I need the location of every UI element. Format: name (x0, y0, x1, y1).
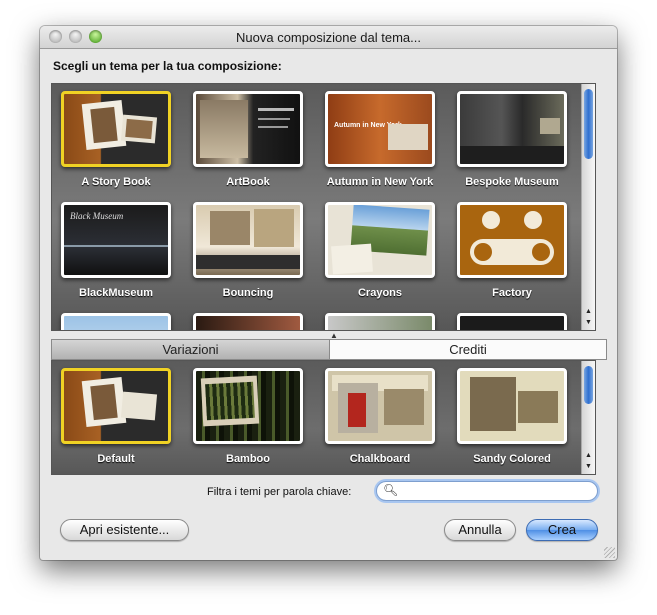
theme-crayons[interactable]: Crayons (325, 202, 435, 299)
variation-label: Default (97, 453, 135, 465)
cancel-button[interactable]: Annulla (444, 519, 516, 541)
theme-thumbnail (61, 313, 171, 330)
tab-variazioni[interactable]: Variazioni (51, 339, 330, 360)
theme-thumbnail (457, 202, 567, 278)
thumbnail-caption: Black Museum (70, 211, 124, 221)
theme-thumbnail (457, 313, 567, 330)
filter-label: Filtra i temi per parola chiave: (207, 486, 352, 498)
theme-thumbnail (193, 91, 303, 167)
theme-scroll-thumb[interactable] (584, 89, 593, 159)
theme-label: Autumn in New York (326, 176, 434, 188)
variation-thumbnail (325, 368, 435, 444)
theme-bouncing[interactable]: Bouncing (193, 202, 303, 299)
variation-sandy-colored[interactable]: Sandy Colored (457, 368, 567, 465)
theme-scrollbar[interactable]: ▲ ▼ (581, 84, 595, 330)
arrow-down-icon[interactable]: ▼ (582, 461, 595, 472)
theme-label: ArtBook (226, 176, 270, 188)
theme-thumbnail: Autumn in New York (325, 91, 435, 167)
variation-label: Sandy Colored (473, 453, 551, 465)
tab-crediti[interactable]: Crediti (329, 339, 607, 360)
variation-chalkboard[interactable]: Chalkboard (325, 368, 435, 465)
variation-thumbnail (61, 368, 171, 444)
theme-a-story-book[interactable]: A Story Book (61, 91, 171, 188)
theme-label: Factory (492, 287, 532, 299)
theme-label: A Story Book (81, 176, 151, 188)
theme-label: Crayons (357, 287, 403, 299)
theme-thumbnail (457, 91, 567, 167)
theme-label: BlackMuseum (79, 287, 153, 299)
filter-search-field[interactable]: 🔍︎ (376, 481, 598, 501)
theme-label: Bespoke Museum (465, 176, 559, 188)
arrow-up-icon[interactable]: ▲ (582, 450, 595, 461)
theme-bespoke-museum[interactable]: Bespoke Museum (457, 91, 567, 188)
theme-prompt: Scegli un tema per la tua composizione: (53, 59, 282, 73)
resize-grip-icon[interactable] (604, 547, 615, 558)
theme-thumbnail (193, 202, 303, 278)
open-existing-button[interactable]: Apri esistente... (60, 519, 189, 541)
variation-bamboo[interactable]: Bamboo (193, 368, 303, 465)
search-icon: 🔍︎ (383, 483, 399, 497)
theme-row3-4[interactable] (457, 313, 567, 330)
window-title: Nuova composizione dal tema... (236, 30, 421, 45)
variations-gallery[interactable]: Default Bamboo Chalkboard Sandy Colored … (51, 360, 596, 475)
variation-label: Chalkboard (349, 453, 411, 465)
variations-scrollbar[interactable]: ▲ ▼ (581, 361, 595, 474)
theme-gallery[interactable]: A Story Book ArtBook Autumn in New York … (51, 83, 596, 331)
theme-artbook[interactable]: ArtBook (193, 91, 303, 188)
theme-thumbnail: Black Museum (61, 202, 171, 278)
theme-thumbnail (193, 313, 303, 330)
theme-blackmuseum[interactable]: Black Museum BlackMuseum (61, 202, 171, 299)
theme-factory[interactable]: Factory (457, 202, 567, 299)
create-button[interactable]: Crea (526, 519, 598, 541)
theme-row3-3[interactable] (325, 313, 435, 330)
tab-bar: Variazioni Crediti (51, 339, 607, 360)
theme-thumbnail (325, 202, 435, 278)
filter-search-input[interactable] (397, 483, 591, 499)
theme-thumbnail (61, 91, 171, 167)
variation-thumbnail (193, 368, 303, 444)
variation-default[interactable]: Default (61, 368, 171, 465)
variation-thumbnail (457, 368, 567, 444)
variations-scroll-thumb[interactable] (584, 366, 593, 404)
title-bar[interactable]: Nuova composizione dal tema... (40, 26, 617, 49)
variation-label: Bamboo (226, 453, 270, 465)
theme-autumn-in-new-york[interactable]: Autumn in New York Autumn in New York (325, 91, 435, 188)
theme-row3-1[interactable] (61, 313, 171, 330)
theme-label: Bouncing (222, 287, 274, 299)
arrow-down-icon[interactable]: ▼ (582, 317, 595, 328)
theme-row3-2[interactable] (193, 313, 303, 330)
theme-thumbnail (325, 313, 435, 330)
new-composition-window: Nuova composizione dal tema... Scegli un… (40, 26, 617, 560)
arrow-up-icon[interactable]: ▲ (582, 306, 595, 317)
